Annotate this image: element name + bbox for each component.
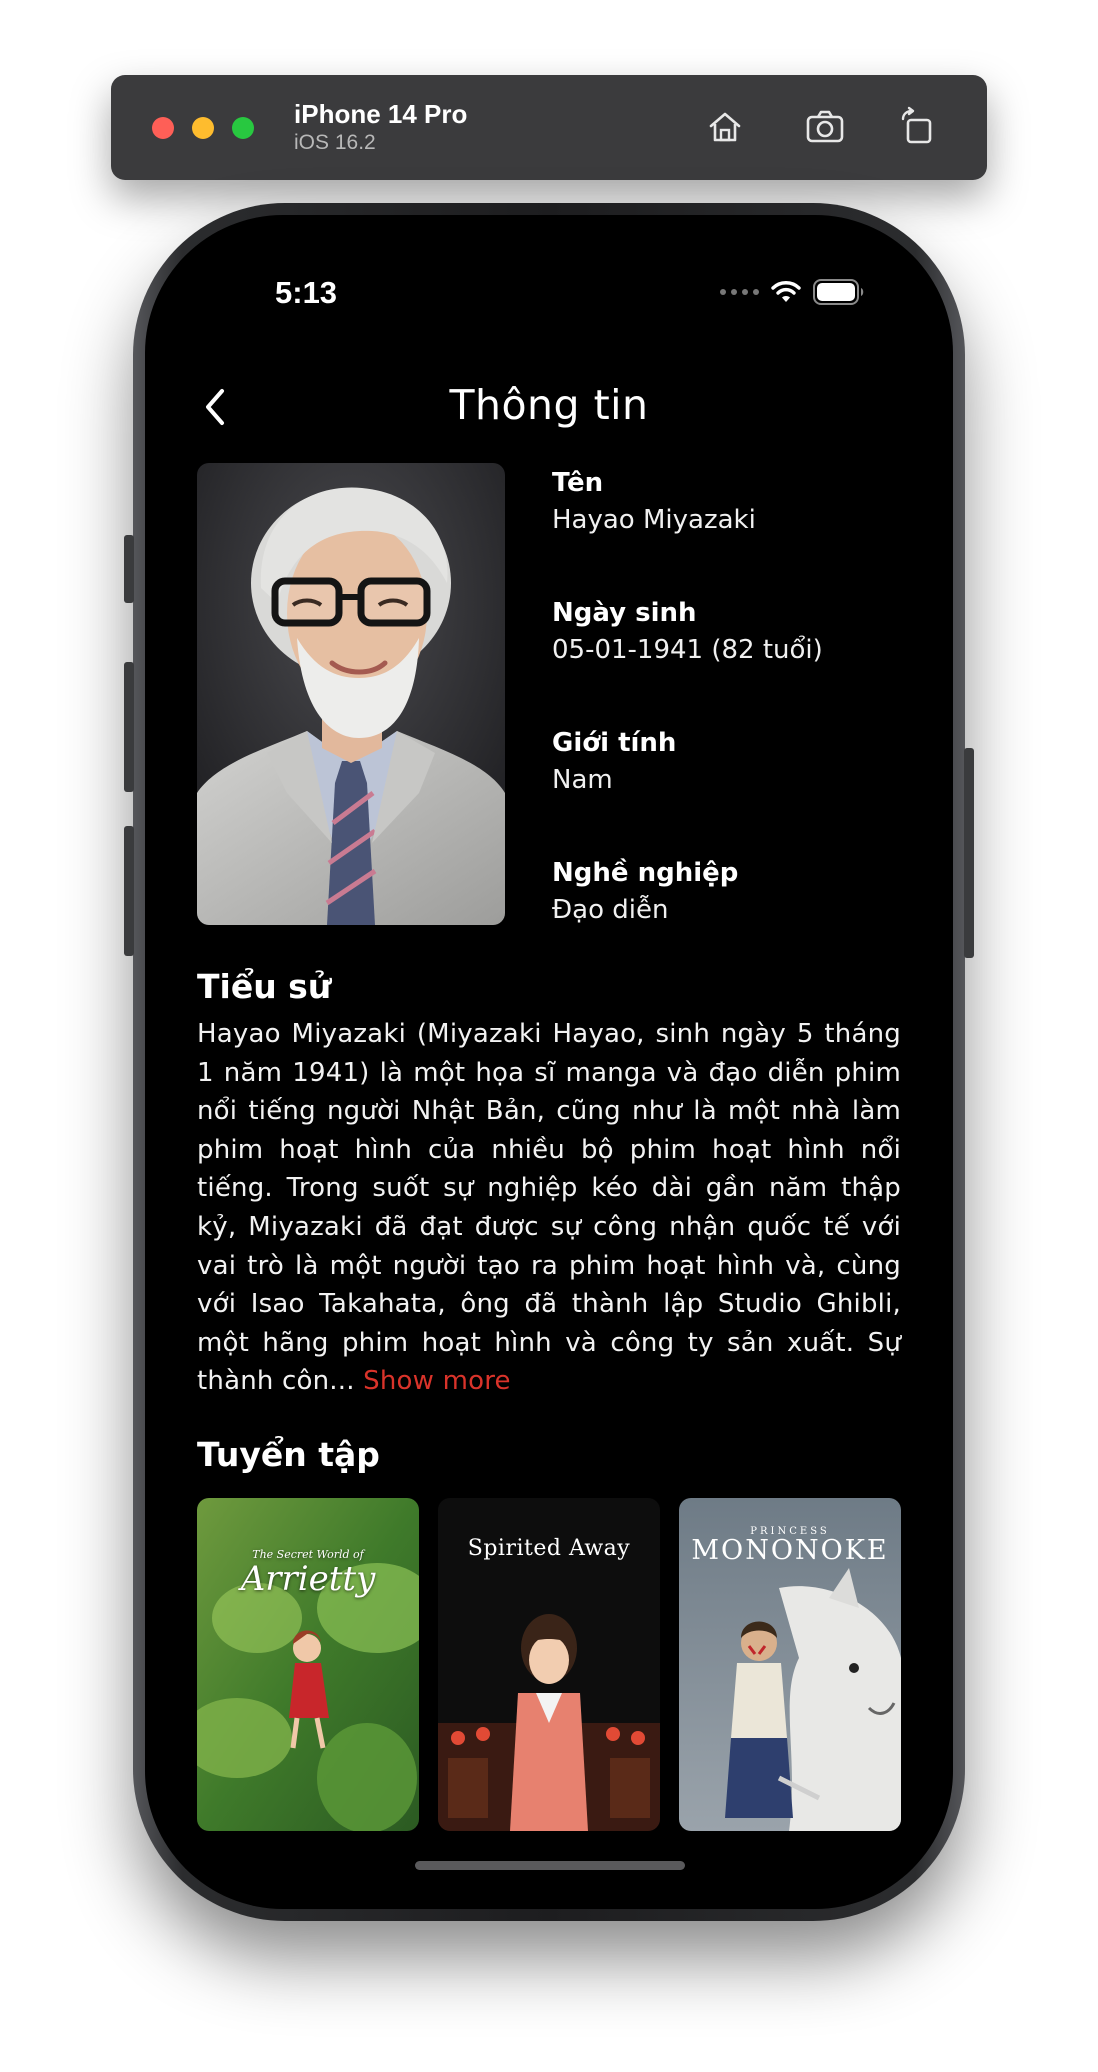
page-title: Thông tin bbox=[449, 381, 649, 429]
poster-title: PRINCESS MONONOKE bbox=[679, 1526, 901, 1565]
status-time: 5:13 bbox=[275, 275, 338, 310]
home-icon bbox=[709, 112, 741, 142]
info-label: Tên bbox=[552, 468, 604, 498]
biography-title: Tiểu sử bbox=[197, 967, 332, 1006]
movie-poster[interactable]: PRINCESS MONONOKE bbox=[679, 1498, 901, 1831]
info-label: Giới tính bbox=[552, 728, 677, 758]
rotate-button[interactable] bbox=[891, 101, 943, 153]
profile-photo bbox=[197, 463, 505, 925]
phone-screen: 5:13 Thông tin Tên Hayao Miyazaki Ngày s… bbox=[145, 215, 953, 1909]
biography-body: Hayao Miyazaki (Miyazaki Hayao, sinh ngà… bbox=[197, 1019, 901, 1397]
cellular-signal-icon bbox=[720, 289, 759, 295]
wifi-icon bbox=[771, 281, 801, 302]
info-value: 05-01-1941 (82 tuổi) bbox=[552, 635, 823, 665]
screenshot-icon bbox=[806, 110, 844, 143]
poster-title: The Secret World of Arrietty bbox=[197, 1548, 419, 1597]
close-window-button[interactable] bbox=[152, 117, 174, 139]
zoom-window-button[interactable] bbox=[232, 117, 254, 139]
biography-text: Hayao Miyazaki (Miyazaki Hayao, sinh ngà… bbox=[197, 1015, 901, 1401]
screenshot-button[interactable] bbox=[799, 101, 851, 153]
info-value: Nam bbox=[552, 765, 613, 795]
info-label: Nghề nghiệp bbox=[552, 858, 739, 888]
poster-main-title: Arrietty bbox=[240, 1559, 376, 1599]
show-more-link[interactable]: Show more bbox=[363, 1366, 511, 1396]
volume-down-button bbox=[124, 826, 134, 956]
info-value: Đạo diễn bbox=[552, 895, 669, 925]
home-button[interactable] bbox=[699, 101, 751, 153]
home-indicator[interactable] bbox=[415, 1861, 685, 1870]
os-version: iOS 16.2 bbox=[294, 131, 376, 154]
info-name: Tên Hayao Miyazaki bbox=[552, 465, 912, 593]
power-button bbox=[964, 748, 974, 958]
profile-info: Tên Hayao Miyazaki Ngày sinh 05-01-1941 … bbox=[552, 463, 912, 983]
movie-poster[interactable]: The Secret World of Arrietty bbox=[197, 1498, 419, 1831]
simulator-toolbar: iPhone 14 Pro iOS 16.2 bbox=[111, 75, 987, 180]
info-value: Hayao Miyazaki bbox=[552, 505, 756, 535]
volume-up-button bbox=[124, 662, 134, 792]
collection-list: The Secret World of Arrietty Spirited Aw… bbox=[197, 1498, 901, 1831]
battery-icon bbox=[813, 279, 864, 305]
info-label: Ngày sinh bbox=[552, 598, 697, 628]
info-birthdate: Ngày sinh 05-01-1941 (82 tuổi) bbox=[552, 595, 912, 723]
minimize-window-button[interactable] bbox=[192, 117, 214, 139]
rotate-icon bbox=[901, 106, 932, 144]
movie-poster[interactable]: Spirited Away bbox=[438, 1498, 660, 1831]
info-occupation: Nghề nghiệp Đạo diễn bbox=[552, 855, 912, 983]
mute-switch bbox=[124, 535, 134, 603]
collection-title: Tuyển tập bbox=[197, 1435, 380, 1474]
poster-main-title: MONONOKE bbox=[691, 1535, 889, 1566]
info-gender: Giới tính Nam bbox=[552, 725, 912, 853]
device-name: iPhone 14 Pro bbox=[294, 99, 468, 129]
poster-main-title: Spirited Away bbox=[467, 1536, 631, 1561]
status-icons bbox=[720, 279, 865, 305]
